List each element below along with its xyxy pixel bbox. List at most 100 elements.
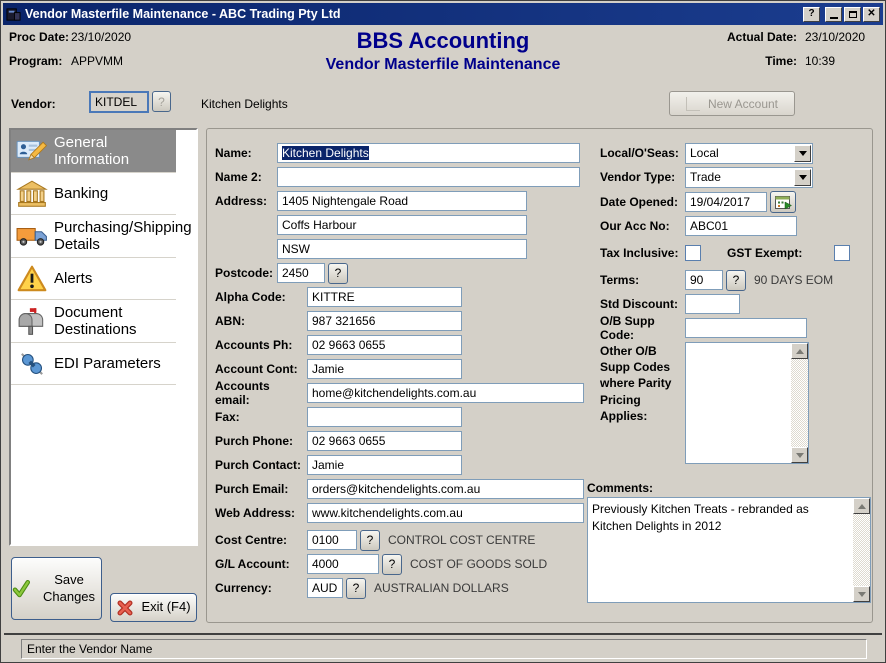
local-oseas-select[interactable]: Local (685, 143, 813, 164)
calendar-button[interactable] (770, 191, 796, 213)
web-address-label: Web Address: (215, 506, 307, 520)
app-icon (6, 7, 21, 22)
scroll-down-icon[interactable] (791, 447, 808, 463)
vendor-code-input[interactable] (89, 91, 149, 113)
selected-text: Kitchen Delights (282, 146, 369, 160)
sidebar-item-edi-parameters[interactable]: EDI Parameters (11, 343, 176, 385)
new-account-icon (686, 97, 700, 111)
accounts-ph-input[interactable] (307, 335, 462, 355)
account-cont-label: Account Cont: (215, 362, 307, 376)
std-discount-label: Std Discount: (600, 297, 685, 311)
address-line1-input[interactable] (277, 191, 527, 211)
minimize-button[interactable] (825, 7, 842, 22)
chevron-down-icon[interactable] (794, 169, 811, 186)
maximize-button[interactable] (844, 7, 861, 22)
sidebar-item-label: Banking (54, 185, 108, 202)
terms-label: Terms: (600, 273, 685, 287)
terms-lookup-button[interactable]: ? (726, 270, 746, 291)
vendor-type-select[interactable]: Trade (685, 167, 813, 188)
name-input[interactable]: Kitchen Delights (277, 143, 580, 163)
currency-lookup-button[interactable]: ? (346, 578, 366, 599)
sidebar-item-label: Purchasing/Shipping Details (54, 219, 192, 253)
close-icon: ✕ (867, 9, 875, 19)
abn-input[interactable] (307, 311, 462, 331)
bank-icon (16, 178, 48, 210)
other-ob-supp-textarea[interactable] (685, 342, 809, 464)
sidebar-item-banking[interactable]: Banking (11, 173, 176, 215)
sidebar-item-label: Alerts (54, 270, 92, 287)
purch-phone-label: Purch Phone: (215, 434, 307, 448)
comments-textarea[interactable]: Previously Kitchen Treats - rebranded as… (587, 497, 871, 603)
currency-label: Currency: (215, 581, 307, 595)
address-label: Address: (215, 194, 277, 208)
purch-email-label: Purch Email: (215, 482, 307, 496)
close-x-icon (116, 599, 134, 617)
title-bar: Vendor Masterfile Maintenance - ABC Trad… (3, 3, 883, 25)
address-line2-input[interactable] (277, 215, 527, 235)
cost-centre-input[interactable] (307, 530, 357, 550)
sidebar-item-document-destinations[interactable]: Document Destinations (11, 300, 176, 343)
new-account-button[interactable]: New Account (669, 91, 795, 116)
accounts-ph-label: Accounts Ph: (215, 338, 307, 352)
time-label: Time: (719, 54, 797, 68)
account-cont-input[interactable] (307, 359, 462, 379)
tax-inclusive-checkbox[interactable] (685, 245, 701, 261)
date-opened-input[interactable] (685, 192, 767, 212)
vendor-label: Vendor: (11, 97, 56, 111)
fax-input[interactable] (307, 407, 462, 427)
ob-supp-code-input[interactable] (685, 318, 807, 338)
tax-inclusive-label: Tax Inclusive: (600, 246, 685, 260)
date-opened-label: Date Opened: (600, 195, 685, 209)
accounts-email-input[interactable] (307, 383, 584, 403)
window-title: Vendor Masterfile Maintenance - ABC Trad… (25, 7, 801, 21)
sidebar-item-general-information[interactable]: General Information (11, 130, 176, 173)
status-separator (4, 633, 882, 635)
chevron-down-icon[interactable] (794, 145, 811, 162)
gl-account-input[interactable] (307, 554, 379, 574)
postcode-label: Postcode: (215, 266, 277, 280)
our-acc-no-input[interactable] (685, 216, 797, 236)
postcode-input[interactable] (277, 263, 325, 283)
terms-input[interactable] (685, 270, 723, 290)
alpha-code-input[interactable] (307, 287, 462, 307)
exit-button[interactable]: Exit (F4) (110, 593, 197, 622)
gl-account-label: G/L Account: (215, 557, 307, 571)
scroll-down-icon[interactable] (853, 586, 870, 602)
purch-email-input[interactable] (307, 479, 584, 499)
help-button[interactable]: ? (803, 7, 820, 22)
scroll-up-icon[interactable] (853, 498, 870, 514)
accounts-email-label: Accounts email: (215, 379, 307, 407)
name2-input[interactable] (277, 167, 580, 187)
actual-date-label: Actual Date: (719, 30, 797, 44)
truck-icon (16, 220, 48, 252)
our-acc-no-label: Our Acc No: (600, 219, 685, 233)
gl-account-lookup-button[interactable]: ? (382, 554, 402, 575)
sidebar-item-alerts[interactable]: Alerts (11, 258, 176, 300)
scroll-up-icon[interactable] (791, 343, 808, 359)
scrollbar[interactable] (853, 498, 870, 602)
postcode-lookup-button[interactable]: ? (328, 263, 348, 284)
actual-date-value: 23/10/2020 (805, 30, 871, 44)
vendor-lookup-button[interactable]: ? (152, 91, 171, 112)
comments-label: Comments: (587, 481, 653, 495)
ob-supp-code-label: O/B Supp Code: (600, 314, 685, 342)
fax-label: Fax: (215, 410, 307, 424)
name2-label: Name 2: (215, 170, 277, 184)
cost-centre-lookup-button[interactable]: ? (360, 530, 380, 551)
sidebar-item-purchasing-shipping[interactable]: Purchasing/Shipping Details (11, 215, 176, 258)
gst-exempt-checkbox[interactable] (834, 245, 850, 261)
std-discount-input[interactable] (685, 294, 740, 314)
maximize-icon (849, 11, 857, 18)
scrollbar[interactable] (791, 343, 808, 463)
purch-contact-input[interactable] (307, 455, 462, 475)
currency-input[interactable] (307, 578, 343, 598)
status-bar: Enter the Vendor Name (21, 639, 867, 659)
sidebar: General Information Banking (9, 128, 198, 546)
gst-exempt-label: GST Exempt: (727, 246, 802, 260)
web-address-input[interactable] (307, 503, 584, 523)
address-line3-input[interactable] (277, 239, 527, 259)
header-right: Actual Date: 23/10/2020 Time: 10:39 (719, 30, 871, 78)
close-button[interactable]: ✕ (863, 7, 880, 22)
purch-phone-input[interactable] (307, 431, 462, 451)
save-changes-button[interactable]: Save Changes (11, 557, 102, 620)
